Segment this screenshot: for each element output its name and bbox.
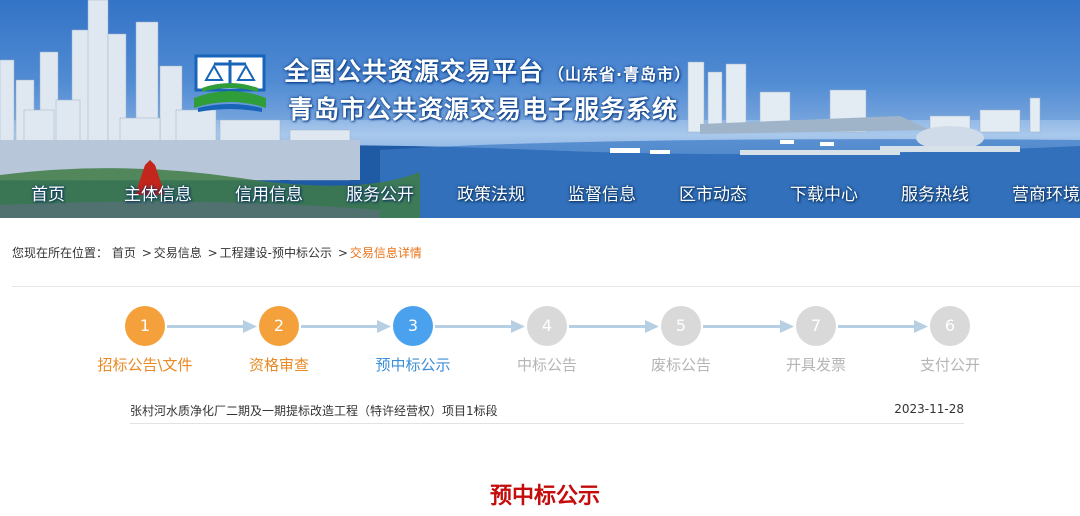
main-nav: 首页 主体信息 信用信息 服务公开 政策法规 监督信息 区市动态 下载中心 服务…	[0, 180, 1080, 208]
step-award-announcement-label[interactable]: 中标公告	[482, 354, 612, 375]
section-divider	[12, 286, 1080, 287]
nav-item-download-center[interactable]: 下载中心	[790, 180, 858, 205]
step-arrow-icon	[301, 320, 391, 333]
platform-title-region: （山东省·青岛市）	[548, 65, 692, 84]
nav-item-business-environment[interactable]: 营商环境	[1012, 180, 1080, 205]
nav-item-service-hotline[interactable]: 服务热线	[901, 180, 969, 205]
step-award-announcement-number[interactable]: 4	[527, 306, 567, 346]
project-title[interactable]: 张村河水质净化厂二期及一期提标改造工程（特许经营权）项目1标段	[130, 402, 498, 419]
step-arrow-icon	[703, 320, 794, 333]
platform-title-main: 全国公共资源交易平台	[284, 57, 545, 86]
step-payment-disclosure-label[interactable]: 支付公开	[885, 354, 1015, 375]
nav-item-service-disclosure[interactable]: 服务公开	[346, 180, 414, 205]
nav-item-credit-info[interactable]: 信用信息	[235, 180, 303, 205]
step-arrow-icon	[838, 320, 928, 333]
nav-item-supervision-info[interactable]: 监督信息	[568, 180, 636, 205]
step-bidding-announcement-number[interactable]: 1	[125, 306, 165, 346]
step-invalid-bid-notice-label[interactable]: 废标公告	[616, 354, 746, 375]
step-qualification-review-label[interactable]: 资格审查	[214, 354, 344, 375]
breadcrumb-engineering-pre-award[interactable]: 工程建设-预中标公示	[220, 246, 332, 260]
step-arrow-icon	[569, 320, 659, 333]
step-invalid-bid-notice-number[interactable]: 5	[661, 306, 701, 346]
breadcrumb: 您现在所在位置： 首页 > 交易信息 > 工程建设-预中标公示 > 交易信息详情	[12, 244, 422, 261]
breadcrumb-separator: >	[337, 246, 348, 260]
breadcrumb-prefix: 您现在所在位置：	[12, 246, 109, 260]
breadcrumb-trading-info[interactable]: 交易信息	[154, 246, 202, 260]
project-row: 张村河水质净化厂二期及一期提标改造工程（特许经营权）项目1标段 2023-11-…	[130, 398, 964, 424]
step-pre-award-notice-number[interactable]: 3	[393, 306, 433, 346]
process-steps: 1 招标公告\文件 2 资格审查 3 预中标公示 4 中标公告 5 废标公告 7 开具发票 6 支付公开	[0, 300, 1080, 380]
nav-item-home[interactable]: 首页	[31, 180, 65, 205]
breadcrumb-home[interactable]: 首页	[112, 246, 136, 260]
platform-title: 全国公共资源交易平台 （山东省·青岛市）	[284, 52, 691, 88]
platform-logo-icon	[194, 54, 266, 112]
nav-item-entity-info[interactable]: 主体信息	[124, 180, 192, 205]
breadcrumb-separator: >	[207, 246, 218, 260]
step-qualification-review-number[interactable]: 2	[259, 306, 299, 346]
step-bidding-announcement-label[interactable]: 招标公告\文件	[80, 354, 210, 375]
breadcrumb-current: 交易信息详情	[349, 246, 422, 260]
step-arrow-icon	[167, 320, 257, 333]
project-date: 2023-11-28	[894, 402, 964, 416]
nav-item-district-news[interactable]: 区市动态	[679, 180, 747, 205]
nav-item-policy-regulations[interactable]: 政策法规	[457, 180, 525, 205]
step-invoice-issuance-label[interactable]: 开具发票	[751, 354, 881, 375]
step-pre-award-notice-label[interactable]: 预中标公示	[348, 354, 478, 375]
step-invoice-issuance-number[interactable]: 7	[796, 306, 836, 346]
announcement-title: 预中标公示	[489, 484, 600, 509]
breadcrumb-separator: >	[141, 246, 152, 260]
header-banner: 全国公共资源交易平台 （山东省·青岛市） 青岛市公共资源交易电子服务系统 首页 主…	[0, 0, 1080, 218]
step-arrow-icon	[435, 320, 525, 333]
step-payment-disclosure-number[interactable]: 6	[930, 306, 970, 346]
system-title: 青岛市公共资源交易电子服务系统	[288, 95, 679, 124]
